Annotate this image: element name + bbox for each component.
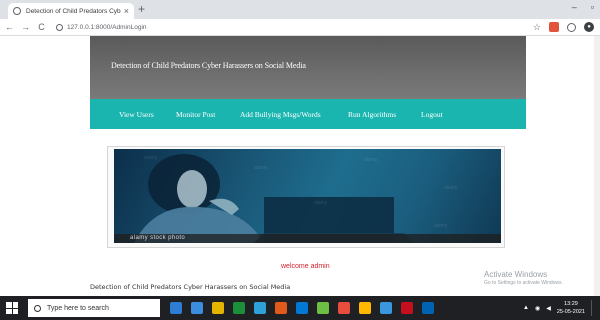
svg-text:alamy: alamy — [434, 223, 448, 229]
extension-icon[interactable] — [549, 22, 559, 32]
profile-avatar-icon[interactable]: ● — [584, 22, 594, 32]
browser-tab[interactable]: Detection of Child Predators Cyb × — [8, 3, 134, 19]
page-scrollbar[interactable] — [594, 36, 600, 296]
site-title: Detection of Child Predators Cyber Haras… — [111, 61, 306, 70]
taskbar-search-box[interactable]: Type here to search — [28, 299, 160, 317]
globe-icon — [13, 7, 21, 15]
stock-watermark-text: alamy stock photo — [130, 235, 186, 241]
svg-text:alamy: alamy — [314, 200, 328, 206]
nav-add-bullying-words[interactable]: Add Bullying Msgs/Words — [240, 110, 321, 119]
browser-toolbar: ← → C 127.0.0.1:8000/AdminLogin ☆ ● — [0, 19, 600, 36]
taskbar-app-icon[interactable] — [296, 302, 308, 314]
notification-icon[interactable] — [591, 300, 594, 316]
reload-icon[interactable]: C — [35, 22, 48, 32]
minimize-button[interactable]: – — [572, 2, 577, 12]
person-at-laptop-illustration: alamy alamy alamy alamy alamy alamy — [134, 154, 458, 243]
address-bar[interactable]: 127.0.0.1:8000/AdminLogin — [56, 21, 526, 34]
restore-button[interactable]: ▫ — [591, 2, 594, 12]
footer-text: Detection of Child Predators Cyber Haras… — [90, 283, 291, 291]
search-icon — [34, 304, 41, 312]
taskbar-app-icon[interactable] — [275, 302, 287, 314]
tab-title: Detection of Child Predators Cyb — [26, 7, 121, 15]
clock-time: 13:29 — [564, 301, 578, 307]
bookmark-star-icon[interactable]: ☆ — [533, 22, 541, 32]
clock-date: 25-05-2021 — [556, 309, 585, 315]
svg-text:alamy: alamy — [444, 185, 458, 191]
banner-photo: alamy alamy alamy alamy alamy alamy — [114, 149, 501, 243]
taskbar-app-icon[interactable] — [233, 302, 245, 314]
welcome-message: welcome admin — [281, 263, 330, 270]
taskbar-app-icon[interactable] — [359, 302, 371, 314]
taskbar-app-icon[interactable] — [380, 302, 392, 314]
activate-windows-watermark: Activate Windows Go to Settings to activ… — [484, 270, 563, 286]
url-text[interactable]: 127.0.0.1:8000/AdminLogin — [67, 24, 147, 31]
nav-monitor-post[interactable]: Monitor Post — [176, 110, 215, 119]
taskbar-clock[interactable]: 13:29 25-05-2021 — [557, 300, 585, 316]
windows-taskbar: Type here to search ▲ ◉ ◀ 13:29 25-05-20… — [0, 296, 600, 320]
taskbar-app-icon[interactable] — [401, 302, 413, 314]
taskbar-app-icon[interactable] — [422, 302, 434, 314]
taskbar-app-icon[interactable] — [338, 302, 350, 314]
system-tray: ▲ ◉ ◀ 13:29 25-05-2021 — [523, 300, 594, 316]
taskbar-apps — [170, 302, 434, 314]
page-viewport: Detection of Child Predators Cyber Haras… — [0, 36, 600, 296]
back-icon[interactable]: ← — [3, 22, 16, 32]
tray-chevron-icon[interactable]: ▲ — [523, 305, 529, 311]
volume-icon[interactable]: ◀ — [546, 305, 551, 312]
nav-run-algorithms[interactable]: Run Algorithms — [348, 110, 396, 119]
taskbar-app-icon[interactable] — [170, 302, 182, 314]
svg-text:alamy: alamy — [364, 157, 378, 163]
new-tab-button[interactable]: + — [138, 3, 145, 15]
svg-text:alamy: alamy — [254, 165, 268, 171]
windows-start-icon[interactable] — [6, 302, 18, 314]
taskbar-app-icon[interactable] — [254, 302, 266, 314]
forward-icon[interactable]: → — [19, 22, 32, 32]
tab-close-icon[interactable]: × — [124, 6, 129, 16]
nav-view-users[interactable]: View Users — [119, 110, 154, 119]
taskbar-search-placeholder[interactable]: Type here to search — [47, 305, 109, 312]
taskbar-app-icon[interactable] — [212, 302, 224, 314]
network-icon[interactable]: ◉ — [535, 305, 540, 312]
nav-logout[interactable]: Logout — [421, 110, 443, 119]
taskbar-app-icon[interactable] — [191, 302, 203, 314]
activate-windows-subtitle: Go to Settings to activate Windows. — [484, 280, 563, 286]
svg-text:alamy: alamy — [144, 155, 158, 161]
activate-windows-title: Activate Windows — [484, 270, 548, 279]
info-icon[interactable] — [56, 24, 63, 31]
extension-search-icon[interactable] — [567, 22, 576, 32]
taskbar-app-icon[interactable] — [317, 302, 329, 314]
browser-tab-strip: Detection of Child Predators Cyb × + – ▫ — [0, 0, 600, 19]
